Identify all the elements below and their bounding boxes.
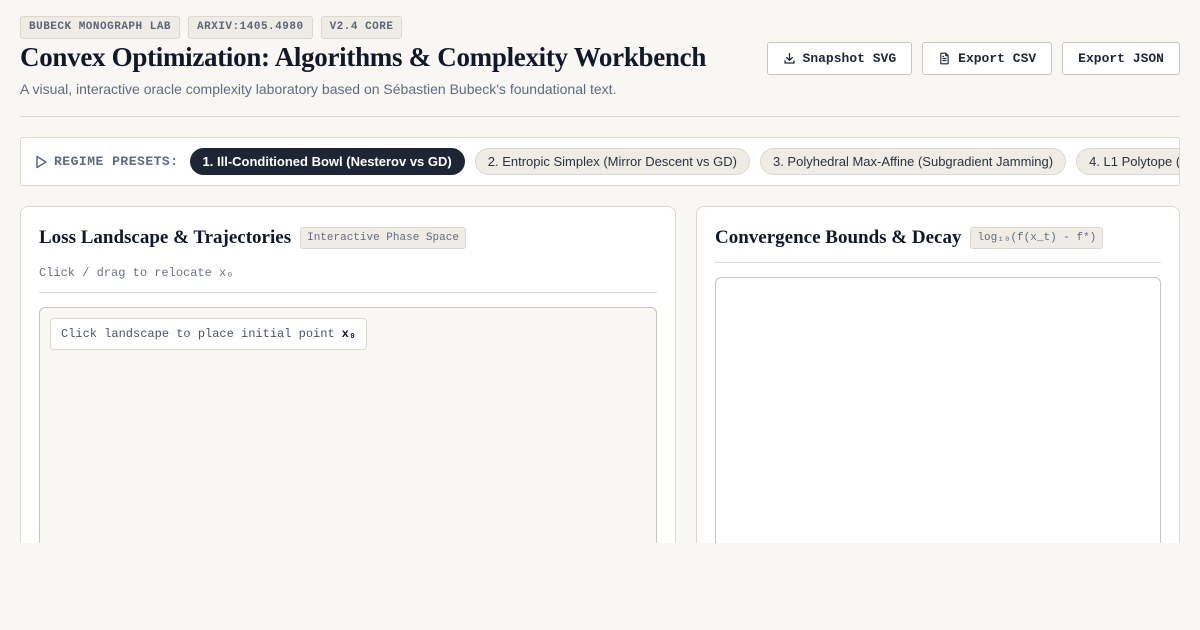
badge-version: V2.4 CORE bbox=[320, 16, 403, 39]
snapshot-svg-button[interactable]: Snapshot SVG bbox=[766, 42, 913, 75]
file-text-icon bbox=[940, 52, 949, 65]
toast-point-label: x₀ bbox=[341, 327, 357, 341]
header-divider bbox=[20, 116, 1180, 117]
play-icon bbox=[36, 155, 47, 168]
place-point-toast: Click landscape to place initial point x… bbox=[50, 318, 368, 350]
landscape-canvas[interactable]: Click landscape to place initial point x… bbox=[39, 307, 657, 543]
landscape-header-rule bbox=[39, 292, 657, 293]
convergence-panel-header: Convergence Bounds & Decay log₁₀(f(x_t) … bbox=[715, 227, 1104, 249]
convergence-panel-title: Convergence Bounds & Decay bbox=[715, 227, 962, 248]
presets-label: REGIME PRESETS: bbox=[35, 154, 179, 169]
convergence-header-rule bbox=[715, 262, 1161, 263]
toast-text: Click landscape to place initial point bbox=[61, 327, 335, 341]
page-title: Convex Optimization: Algorithms & Comple… bbox=[20, 42, 707, 72]
convergence-plot-area[interactable] bbox=[715, 277, 1161, 543]
landscape-panel-title: Loss Landscape & Trajectories bbox=[39, 227, 292, 248]
landscape-panel-header: Loss Landscape & Trajectories Interactiv… bbox=[39, 227, 466, 249]
preset-chip-ill-conditioned-bowl[interactable]: 1. Ill-Conditioned Bowl (Nesterov vs GD) bbox=[189, 148, 465, 175]
export-json-label: Export JSON bbox=[1078, 51, 1164, 66]
convergence-panel: Convergence Bounds & Decay log₁₀(f(x_t) … bbox=[696, 206, 1180, 543]
export-csv-button[interactable]: Export CSV bbox=[922, 42, 1053, 75]
convergence-panel-tag: log₁₀(f(x_t) - f*) bbox=[970, 227, 1104, 249]
page-subtitle: A visual, interactive oracle complexity … bbox=[20, 81, 617, 97]
landscape-hint: Click / drag to relocate x₀ bbox=[39, 266, 234, 280]
download-icon bbox=[783, 52, 795, 64]
snapshot-svg-label: Snapshot SVG bbox=[802, 51, 897, 66]
loss-landscape-panel: Loss Landscape & Trajectories Interactiv… bbox=[20, 206, 676, 543]
export-json-button[interactable]: Export JSON bbox=[1062, 42, 1180, 75]
header-actions: Snapshot SVG Export CSV Export JSON bbox=[766, 42, 1180, 75]
preset-chip-entropic-simplex[interactable]: 2. Entropic Simplex (Mirror Descent vs G… bbox=[474, 148, 750, 175]
export-csv-label: Export CSV bbox=[958, 51, 1037, 66]
badge-lab: BUBECK MONOGRAPH LAB bbox=[20, 16, 181, 39]
preset-chip-polyhedral-max-affine[interactable]: 3. Polyhedral Max-Affine (Subgradient Ja… bbox=[759, 148, 1067, 175]
preset-chip-l1-polytope[interactable]: 4. L1 Polytope (Frank-Wolfe) bbox=[1076, 148, 1179, 175]
badge-arxiv: ARXIV:1405.4980 bbox=[188, 16, 313, 39]
header-badges: BUBECK MONOGRAPH LAB ARXIV:1405.4980 V2.… bbox=[20, 16, 403, 39]
presets-label-text: REGIME PRESETS: bbox=[54, 154, 179, 169]
landscape-panel-tag: Interactive Phase Space bbox=[300, 227, 466, 249]
regime-presets-bar: REGIME PRESETS: 1. Ill-Conditioned Bowl … bbox=[20, 137, 1180, 186]
